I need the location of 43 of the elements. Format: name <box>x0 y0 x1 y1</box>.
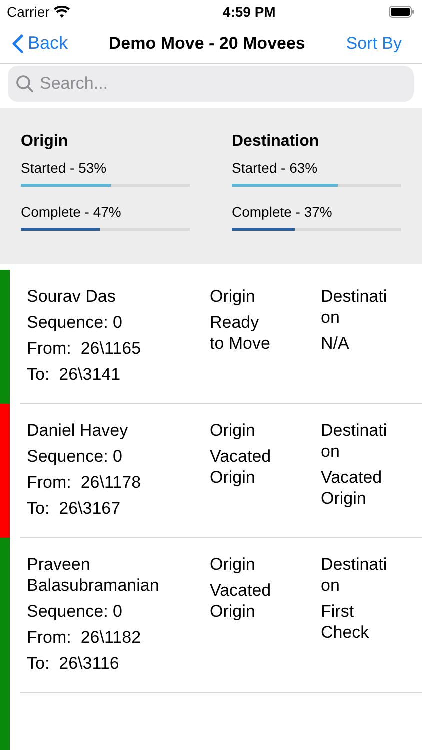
destination-label: Destination <box>321 420 388 462</box>
progress-label: Complete - 47% <box>21 203 122 222</box>
origin-status: Vacated Origin <box>210 446 272 488</box>
sequence-text: Sequence: 0 <box>27 601 124 622</box>
clock-time: 4:59 PM <box>222 2 276 22</box>
destination-status: Vacated Origin <box>321 467 384 509</box>
destination-status: First Check <box>321 601 370 643</box>
search-icon <box>16 75 34 93</box>
from-text: From: 26\1165 <box>27 338 142 359</box>
summary-title: Origin <box>21 132 70 152</box>
to-text: To: 26\3167 <box>27 498 122 519</box>
sort-by-button[interactable]: Sort By <box>346 30 410 56</box>
movee-name: Praveen Balasubramanian <box>27 554 160 596</box>
movee-row[interactable]: Praveen Balasubramanian Sequence: 0 From: 26\1182 To: 26\3116 Origin Vacated Origin Destination First Check <box>20 538 422 693</box>
to-text: To: 26\3141 <box>27 364 122 385</box>
sequence-text: Sequence: 0 <box>27 446 124 467</box>
battery-icon <box>388 6 415 18</box>
search-field[interactable]: Search... <box>8 66 414 102</box>
movee-row[interactable]: Daniel Havey Sequence: 0 From: 26\1178 To: 26\3167 Origin Vacated Origin Destination Vacated Origin <box>20 404 422 538</box>
origin-label: Origin <box>210 420 256 441</box>
progress-label: Started - 63% <box>232 159 319 178</box>
progress-label: Complete - 37% <box>232 203 334 222</box>
carrier-label: Carrier <box>7 2 50 22</box>
origin-label: Origin <box>210 286 256 307</box>
origin-status: Ready to Move <box>210 312 272 354</box>
back-button[interactable]: Back <box>12 30 68 57</box>
sequence-text: Sequence: 0 <box>27 312 124 333</box>
destination-label: Destination <box>321 286 388 328</box>
from-text: From: 26\1178 <box>27 472 142 493</box>
progress-label: Started - 53% <box>21 159 108 178</box>
movee-name: Sourav Das <box>27 286 117 307</box>
from-text: From: 26\1182 <box>27 627 142 648</box>
movee-row[interactable]: Sourav Das Sequence: 0 From: 26\1165 To: 26\3141 Origin Ready to Move Destination N/A <box>20 270 422 404</box>
destination-label: Destination <box>321 554 388 596</box>
summary-title: Destination <box>232 132 320 152</box>
wifi-icon <box>54 6 70 18</box>
origin-status: Vacated Origin <box>210 580 272 622</box>
destination-status: N/A <box>321 333 350 354</box>
movee-name: Daniel Havey <box>27 420 130 441</box>
nav-title: Demo Move - 20 Movees <box>108 32 306 55</box>
chevron-left-icon <box>12 34 24 54</box>
origin-label: Origin <box>210 554 256 575</box>
to-text: To: 26\3116 <box>27 653 120 674</box>
